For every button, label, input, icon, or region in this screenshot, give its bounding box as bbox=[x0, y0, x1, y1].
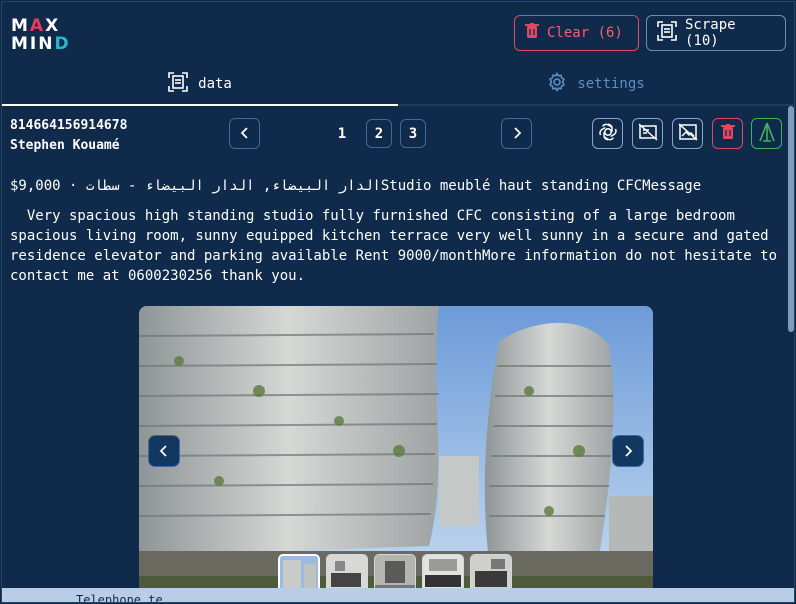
hide-image-icon bbox=[638, 122, 658, 145]
thumbnail[interactable] bbox=[278, 554, 320, 588]
maxmind-logo: M A X M I N D bbox=[11, 16, 70, 54]
listing-photo bbox=[139, 306, 653, 588]
thumbnail[interactable] bbox=[470, 554, 512, 588]
app-window: M A X M I N D Clear (6) Scrape (10) data… bbox=[1, 1, 795, 603]
openai-icon bbox=[598, 122, 618, 146]
scan-icon bbox=[168, 72, 188, 96]
listing-author: Stephen Kouamé bbox=[10, 138, 120, 153]
carousel-prev-button[interactable] bbox=[148, 435, 180, 467]
trash-icon bbox=[525, 23, 539, 43]
page-3[interactable]: 3 bbox=[400, 119, 426, 148]
scrape-button-label: Scrape (10) bbox=[685, 17, 736, 49]
tab-data[interactable]: data bbox=[2, 64, 398, 106]
scrape-button[interactable]: Scrape (10) bbox=[646, 15, 786, 51]
page-1[interactable]: 1 bbox=[329, 119, 355, 148]
chevron-left-icon bbox=[240, 124, 250, 143]
scan-icon bbox=[657, 21, 677, 45]
scrollbar[interactable] bbox=[788, 106, 794, 332]
header: M A X M I N D Clear (6) Scrape (10) bbox=[2, 2, 794, 64]
chevron-left-icon bbox=[159, 442, 169, 461]
thumbnail-strip bbox=[278, 554, 512, 588]
clear-button-label: Clear (6) bbox=[547, 25, 623, 41]
image-carousel bbox=[139, 306, 653, 588]
gear-icon bbox=[547, 71, 567, 96]
no-image-icon bbox=[678, 122, 698, 145]
hide-image-button[interactable] bbox=[632, 118, 663, 149]
chevron-right-icon bbox=[512, 124, 522, 143]
next-page-button[interactable] bbox=[501, 118, 532, 149]
listing-panel: 814664156914678 Stephen Kouamé 1 2 3 $9,… bbox=[2, 106, 790, 588]
tab-settings[interactable]: settings bbox=[398, 64, 794, 106]
tab-settings-label: settings bbox=[577, 76, 645, 92]
thumbnail[interactable] bbox=[374, 554, 416, 588]
tab-bar: data settings bbox=[2, 64, 794, 106]
bottom-strip-text: Telephone te bbox=[76, 593, 163, 603]
trash-icon bbox=[720, 123, 735, 144]
chatgpt-button[interactable] bbox=[592, 118, 623, 149]
arrow-up-icon bbox=[758, 122, 776, 146]
listing-id: 814664156914678 bbox=[10, 118, 128, 133]
carousel-next-button[interactable] bbox=[612, 435, 644, 467]
tab-data-label: data bbox=[198, 76, 232, 92]
no-image-button[interactable] bbox=[672, 118, 703, 149]
bottom-strip: Telephone te bbox=[2, 588, 794, 603]
thumbnail[interactable] bbox=[326, 554, 368, 588]
upload-button[interactable] bbox=[751, 118, 782, 149]
clear-button[interactable]: Clear (6) bbox=[514, 15, 639, 51]
listing-description: Very spacious high standing studio fully… bbox=[10, 208, 786, 284]
page-2[interactable]: 2 bbox=[366, 119, 392, 148]
prev-page-button[interactable] bbox=[229, 118, 260, 149]
listing-meta: 814664156914678 Stephen Kouamé bbox=[10, 116, 127, 156]
delete-button[interactable] bbox=[712, 118, 743, 149]
listing-title: $9,000 · الدار البيضاء, الدار البيضاء - … bbox=[10, 178, 702, 194]
chevron-right-icon bbox=[623, 442, 633, 461]
thumbnail[interactable] bbox=[422, 554, 464, 588]
